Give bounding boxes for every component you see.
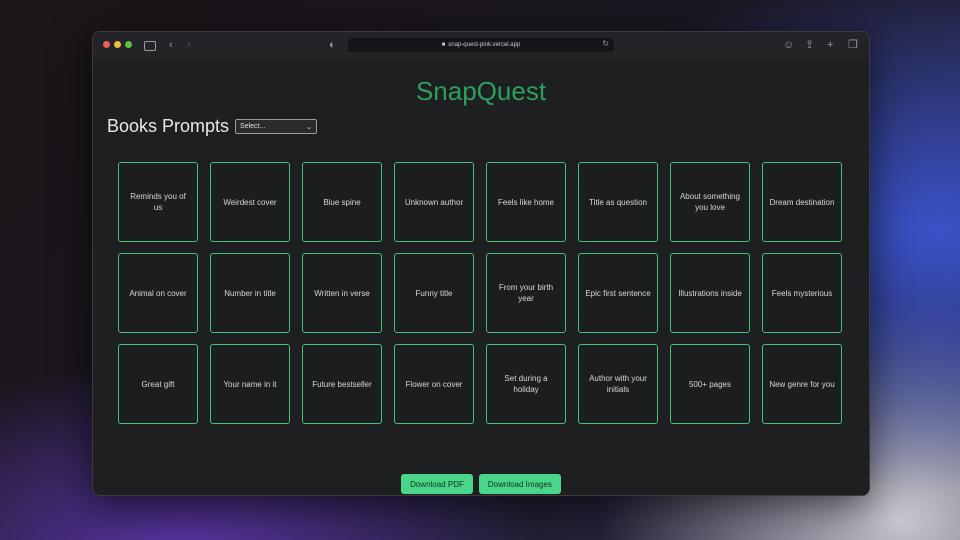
category-select[interactable]: Select... ⌄: [235, 119, 318, 134]
prompt-card[interactable]: Number in title: [210, 253, 290, 333]
prompt-card[interactable]: Weirdest cover: [210, 162, 290, 242]
close-window-button[interactable]: [103, 41, 110, 48]
new-tab-icon[interactable]: +: [827, 38, 833, 52]
prompt-card[interactable]: New genre for you: [762, 344, 842, 424]
prompt-card[interactable]: Feels like home: [486, 162, 566, 242]
prompt-card[interactable]: Feels mysterious: [762, 253, 842, 333]
tab-overview-icon[interactable]: ❐: [848, 38, 858, 52]
prompt-card[interactable]: Animal on cover: [118, 253, 198, 333]
lock-icon: ■: [441, 42, 446, 48]
forward-arrow-icon[interactable]: ›: [187, 38, 191, 52]
prompt-card[interactable]: Written in verse: [302, 253, 382, 333]
extension-icon[interactable]: ☺: [783, 38, 794, 52]
prompt-card[interactable]: Title as question: [578, 162, 658, 242]
maximize-window-button[interactable]: [125, 41, 132, 48]
prompt-card[interactable]: Set during a holiday: [486, 344, 566, 424]
reload-icon[interactable]: ↻: [602, 39, 609, 48]
shield-icon[interactable]: ◐: [329, 38, 336, 52]
prompt-card[interactable]: Flower on cover: [394, 344, 474, 424]
minimize-window-button[interactable]: [114, 41, 121, 48]
prompt-card[interactable]: From your birth year: [486, 253, 566, 333]
share-icon[interactable]: ⇪: [805, 38, 814, 52]
download-images-button[interactable]: Download Images: [478, 474, 561, 494]
page-content: SnapQuest Books Prompts Select... ⌄ Remi…: [93, 58, 869, 495]
sidebar-toggle-icon[interactable]: [144, 41, 156, 51]
prompts-header: Books Prompts Select... ⌄: [107, 116, 318, 137]
prompt-card[interactable]: Illustrations inside: [670, 253, 750, 333]
prompt-card[interactable]: 500+ pages: [670, 344, 750, 424]
app-title: SnapQuest: [415, 76, 547, 106]
browser-window: ‹ › ◐ ■ snap-quest-pink.vercel.app ↻ ☺ ⇪…: [92, 31, 870, 496]
prompt-card[interactable]: Great gift: [118, 344, 198, 424]
prompt-card[interactable]: Future bestseller: [302, 344, 382, 424]
prompt-card[interactable]: Unknown author: [394, 162, 474, 242]
download-pdf-button[interactable]: Download PDF: [401, 474, 473, 494]
select-value: Select...: [240, 123, 266, 130]
prompt-card[interactable]: Your name in it: [210, 344, 290, 424]
prompt-grid: Reminds you of us Weirdest cover Blue spin…: [118, 162, 842, 424]
prompt-card[interactable]: About something you love: [670, 162, 750, 242]
url-text: snap-quest-pink.vercel.app: [448, 42, 521, 48]
prompt-card[interactable]: Dream destination: [762, 162, 842, 242]
chevron-down-icon: ⌄: [306, 123, 313, 131]
prompt-card[interactable]: Reminds you of us: [118, 162, 198, 242]
prompt-card[interactable]: Epic first sentence: [578, 253, 658, 333]
back-arrow-icon[interactable]: ‹: [169, 38, 173, 52]
prompt-card[interactable]: Blue spine: [302, 162, 382, 242]
address-bar[interactable]: ■ snap-quest-pink.vercel.app ↻: [348, 38, 614, 52]
prompt-card[interactable]: Author with your initials: [578, 344, 658, 424]
browser-toolbar: ‹ › ◐ ■ snap-quest-pink.vercel.app ↻ ☺ ⇪…: [93, 32, 869, 58]
section-title: Books Prompts: [107, 116, 230, 136]
prompt-card[interactable]: Funny title: [394, 253, 474, 333]
action-bar: Download PDF Download Images: [93, 474, 869, 494]
